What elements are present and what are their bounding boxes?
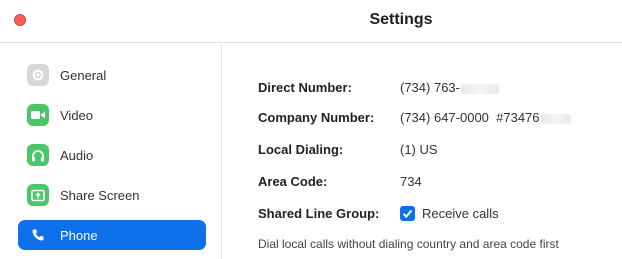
local-dialing-label: Local Dialing: <box>258 142 344 157</box>
sidebar-item-audio[interactable]: Audio <box>18 140 206 170</box>
receive-calls-checkbox[interactable] <box>400 206 415 221</box>
sidebar-item-share-screen[interactable]: Share Screen <box>18 180 206 210</box>
shared-line-group-label: Shared Line Group: <box>258 206 380 221</box>
phone-icon <box>27 224 49 246</box>
settings-sidebar: General Video Audio Share Screen Phone <box>0 44 222 259</box>
video-camera-icon <box>27 104 49 126</box>
receive-calls-option[interactable]: Receive calls <box>400 206 499 221</box>
share-screen-icon <box>27 184 49 206</box>
sidebar-item-label: Share Screen <box>60 187 140 203</box>
direct-number-label: Direct Number: <box>258 80 352 95</box>
area-code-label: Area Code: <box>258 174 328 189</box>
sidebar-item-label: Audio <box>60 147 94 163</box>
company-number-label: Company Number: <box>258 110 375 125</box>
sidebar-item-label: General <box>60 67 107 83</box>
title-bar: Settings <box>0 0 622 43</box>
sidebar-item-label: Phone <box>60 227 98 243</box>
sidebar-item-phone[interactable]: Phone <box>18 220 206 250</box>
local-dialing-value: (1) US <box>400 142 438 157</box>
direct-number-value: (734) 763- <box>400 80 460 95</box>
company-number-value: (734) 647-0000 #73476 <box>400 110 540 125</box>
headphones-icon <box>27 144 49 166</box>
sidebar-item-video[interactable]: Video <box>18 100 206 130</box>
receive-calls-label: Receive calls <box>422 206 499 221</box>
settings-window: Settings General Video Audio Share Scree… <box>0 0 622 259</box>
gear-icon <box>27 64 49 86</box>
phone-settings-panel: Direct Number: (734) 763- Company Number… <box>223 44 622 259</box>
checkmark-icon <box>402 209 413 218</box>
redacted-digits <box>460 83 499 94</box>
area-code-value: 734 <box>400 174 422 189</box>
sidebar-item-label: Video <box>60 107 94 123</box>
window-title: Settings <box>369 11 433 28</box>
local-dialing-note: Dial local calls without dialing country… <box>258 237 559 251</box>
redacted-digits <box>540 113 571 124</box>
sidebar-item-general[interactable]: General <box>18 60 206 90</box>
